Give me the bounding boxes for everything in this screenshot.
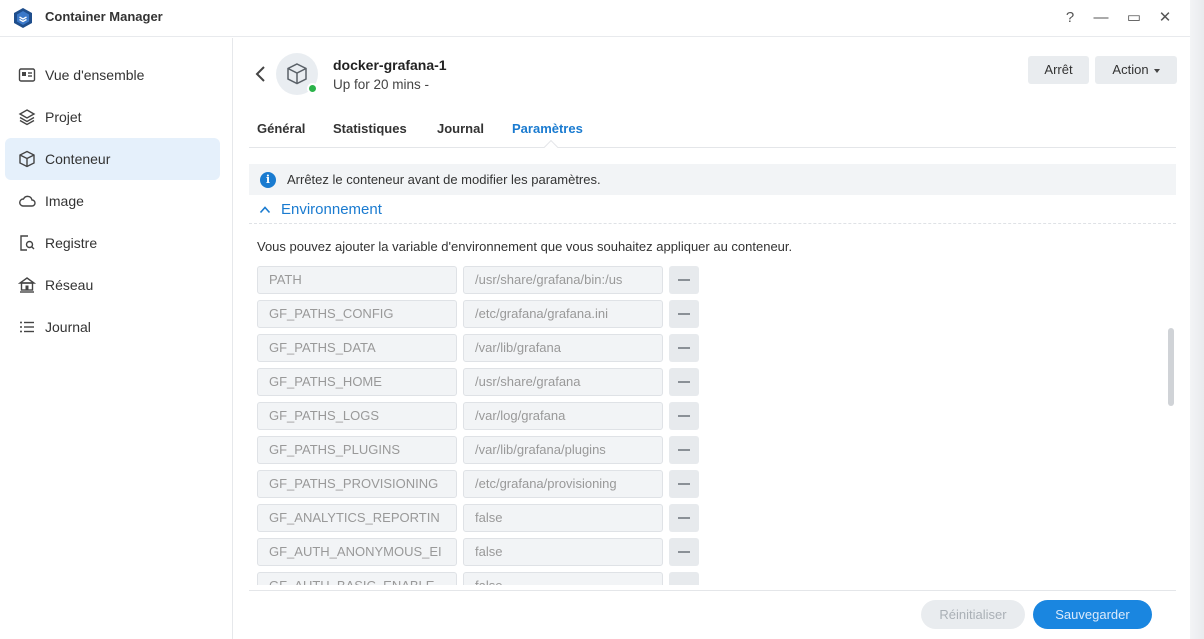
env-var-value[interactable]: false [463,572,663,585]
remove-env-var-button[interactable] [669,436,699,464]
env-var-key[interactable]: GF_PATHS_DATA [257,334,457,362]
env-var-value[interactable]: false [463,504,663,532]
minimize-button[interactable]: — [1091,8,1111,28]
remove-env-var-button[interactable] [669,572,699,585]
environment-description: Vous pouvez ajouter la variable d'enviro… [257,239,793,254]
sidebar-item-label: Projet [45,109,82,125]
save-button[interactable]: Sauvegarder [1033,600,1152,629]
container-uptime: Up for 20 mins - [333,77,430,92]
env-var-row: GF_AUTH_BASIC_ENABLE false [257,572,699,585]
env-var-row: GF_PATHS_PLUGINS /var/lib/grafana/plugin… [257,436,699,464]
tab-settings[interactable]: Paramètres [512,121,583,136]
tab-bar: Général Statistiques Journal Paramètres [249,120,1176,148]
env-var-value[interactable]: /var/lib/grafana [463,334,663,362]
overview-icon [18,68,36,82]
env-var-key[interactable]: GF_ANALYTICS_REPORTIN [257,504,457,532]
footer-bar: Réinitialiser Sauvegarder [249,590,1176,639]
info-icon: i [260,172,276,188]
network-house-icon [18,277,36,293]
env-var-key[interactable]: GF_PATHS_HOME [257,368,457,396]
maximize-button[interactable]: ▭ [1124,8,1144,28]
sidebar-item-label: Registre [45,235,98,251]
cloud-icon [19,195,36,207]
env-var-value[interactable]: /etc/grafana/grafana.ini [463,300,663,328]
section-title: Environnement [281,201,382,218]
remove-env-var-button[interactable] [669,368,699,396]
remove-env-var-button[interactable] [669,470,699,498]
sidebar-item-project[interactable]: Projet [5,96,220,138]
main-panel: docker-grafana-1 Up for 20 mins - Arrêt … [234,38,1190,639]
chevron-up-icon [259,206,271,214]
caret-down-icon [1153,68,1160,73]
back-arrow-icon[interactable] [254,64,268,84]
reset-button[interactable]: Réinitialiser [921,600,1025,629]
sidebar-item-label: Conteneur [45,151,111,167]
scrollbar-thumb[interactable] [1168,328,1174,406]
env-var-value[interactable]: /var/log/grafana [463,402,663,430]
help-button[interactable]: ? [1060,8,1080,28]
sidebar-item-network[interactable]: Réseau [5,264,220,306]
registry-search-icon [20,235,35,251]
remove-env-var-button[interactable] [669,334,699,362]
remove-env-var-button[interactable] [669,266,699,294]
sidebar-item-label: Vue d'ensemble [45,67,145,83]
title-bar: Container Manager ? — ▭ ✕ [0,0,1190,37]
tab-general[interactable]: Général [257,121,305,136]
stop-button[interactable]: Arrêt [1028,56,1089,84]
sidebar-item-label: Réseau [45,277,94,293]
env-var-key[interactable]: GF_PATHS_LOGS [257,402,457,430]
tab-journal[interactable]: Journal [437,121,484,136]
layers-icon [18,109,36,126]
sidebar-item-image[interactable]: Image [5,180,220,222]
sidebar-item-registry[interactable]: Registre [5,222,220,264]
env-var-value[interactable]: /etc/grafana/provisioning [463,470,663,498]
cube-icon [19,150,35,168]
window-edge [1190,0,1204,639]
env-var-row: PATH /usr/share/grafana/bin:/us [257,266,699,294]
env-var-row: GF_PATHS_CONFIG /etc/grafana/grafana.ini [257,300,699,328]
env-var-row: GF_PATHS_DATA /var/lib/grafana [257,334,699,362]
close-button[interactable]: ✕ [1155,8,1175,28]
container-manager-logo-icon [14,8,32,28]
env-var-key[interactable]: PATH [257,266,457,294]
env-var-key[interactable]: GF_PATHS_CONFIG [257,300,457,328]
info-banner: i Arrêtez le conteneur avant de modifier… [249,164,1176,195]
env-var-key[interactable]: GF_AUTH_BASIC_ENABLE [257,572,457,585]
env-var-value[interactable]: /usr/share/grafana/bin:/us [463,266,663,294]
env-var-row: GF_PATHS_PROVISIONING /etc/grafana/provi… [257,470,699,498]
env-var-key[interactable]: GF_PATHS_PROVISIONING [257,470,457,498]
env-var-key[interactable]: GF_PATHS_PLUGINS [257,436,457,464]
container-name: docker-grafana-1 [333,57,447,73]
sidebar: Vue d'ensemble Projet Conteneur Image Re… [0,38,233,639]
env-var-value[interactable]: /var/lib/grafana/plugins [463,436,663,464]
remove-env-var-button[interactable] [669,300,699,328]
action-dropdown-button[interactable]: Action [1095,56,1177,84]
sidebar-item-container[interactable]: Conteneur [5,138,220,180]
sidebar-item-label: Journal [45,319,91,335]
remove-env-var-button[interactable] [669,402,699,430]
action-label: Action [1112,62,1149,77]
list-icon [20,321,34,333]
env-var-value[interactable]: /usr/share/grafana [463,368,663,396]
tab-statistics[interactable]: Statistiques [333,121,407,136]
env-var-list: PATH /usr/share/grafana/bin:/us GF_PATHS… [257,265,707,585]
env-var-row: GF_ANALYTICS_REPORTIN false [257,504,699,532]
env-var-key[interactable]: GF_AUTH_ANONYMOUS_EI [257,538,457,566]
sidebar-item-log[interactable]: Journal [5,306,220,348]
running-status-indicator [307,83,318,94]
info-text: Arrêtez le conteneur avant de modifier l… [287,172,601,187]
remove-env-var-button[interactable] [669,504,699,532]
app-title: Container Manager [45,9,163,24]
sidebar-item-overview[interactable]: Vue d'ensemble [5,54,220,96]
environment-section-header[interactable]: Environnement [249,198,1176,224]
env-var-row: GF_PATHS_HOME /usr/share/grafana [257,368,699,396]
env-var-value[interactable]: false [463,538,663,566]
sidebar-item-label: Image [45,193,84,209]
container-manager-window: Container Manager ? — ▭ ✕ Vue d'ensemble… [0,0,1204,639]
env-var-row: GF_PATHS_LOGS /var/log/grafana [257,402,699,430]
env-var-row: GF_AUTH_ANONYMOUS_EI false [257,538,699,566]
remove-env-var-button[interactable] [669,538,699,566]
